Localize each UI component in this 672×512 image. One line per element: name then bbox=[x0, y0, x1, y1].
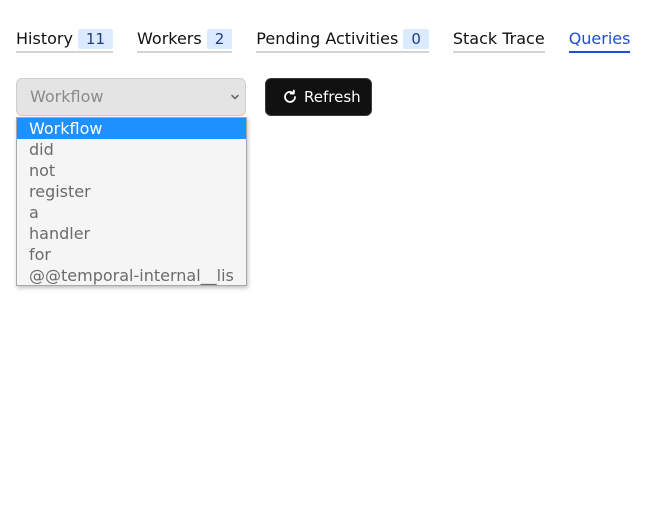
tab-workers[interactable]: Workers 2 bbox=[137, 28, 233, 53]
refresh-icon bbox=[284, 89, 296, 103]
history-count-badge: 11 bbox=[77, 29, 114, 49]
refresh-button-label: Refresh bbox=[304, 88, 361, 106]
chevron-down-icon bbox=[231, 94, 239, 100]
tab-stack-trace[interactable]: Stack Trace bbox=[452, 28, 545, 53]
tab-bar: History 11 Workers 2 Pending Activities … bbox=[16, 28, 654, 56]
refresh-button[interactable]: Refresh bbox=[265, 78, 372, 116]
query-type-select[interactable]: Workflow bbox=[16, 78, 246, 116]
tab-pending-activities[interactable]: Pending Activities 0 bbox=[256, 28, 429, 53]
query-type-dropdown-list: Workflow did not register a handler for … bbox=[16, 117, 247, 286]
tab-history-label: History bbox=[16, 29, 73, 48]
dropdown-option[interactable]: a bbox=[17, 202, 246, 223]
tab-queries-label: Queries bbox=[568, 29, 631, 48]
tab-workers-label: Workers bbox=[137, 29, 202, 48]
dropdown-option[interactable]: not bbox=[17, 160, 246, 181]
tab-queries[interactable]: Queries bbox=[568, 28, 631, 53]
query-type-select-value: Workflow bbox=[30, 87, 104, 106]
tab-stack-trace-label: Stack Trace bbox=[452, 29, 545, 48]
workers-count-badge: 2 bbox=[206, 29, 233, 49]
dropdown-option[interactable]: register bbox=[17, 181, 246, 202]
dropdown-option[interactable]: handler bbox=[17, 223, 246, 244]
dropdown-option[interactable]: did bbox=[17, 139, 246, 160]
tab-pending-activities-label: Pending Activities bbox=[256, 29, 399, 48]
pending-activities-count-badge: 0 bbox=[403, 29, 429, 49]
dropdown-option[interactable]: @@temporal-internal__lis bbox=[17, 265, 246, 285]
tab-history[interactable]: History 11 bbox=[16, 28, 114, 53]
dropdown-option[interactable]: Workflow bbox=[17, 118, 246, 139]
dropdown-option[interactable]: for bbox=[17, 244, 246, 265]
